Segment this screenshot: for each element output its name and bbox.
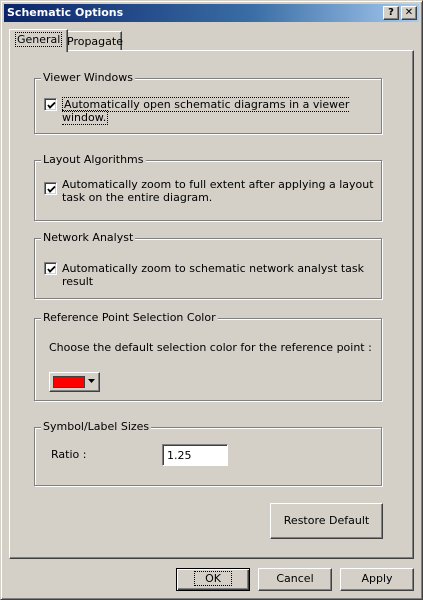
group-symbol-label-sizes: Symbol/Label Sizes Ratio : xyxy=(34,420,382,486)
tab-propagate[interactable]: Propagate xyxy=(61,31,123,52)
ok-button-label: OK xyxy=(194,571,232,586)
help-button[interactable]: ? xyxy=(383,6,399,20)
ok-button[interactable]: OK xyxy=(176,568,250,591)
tab-general[interactable]: General xyxy=(9,29,69,52)
group-network-analyst: Network Analyst Automatically zoom to sc… xyxy=(34,231,382,299)
ratio-input[interactable] xyxy=(162,444,228,466)
help-icon: ? xyxy=(388,7,394,18)
title-bar[interactable]: Schematic Options ? ✕ xyxy=(4,4,419,22)
dropdown-arrow-icon xyxy=(88,379,95,383)
tab-general-label: General xyxy=(15,32,63,47)
auto-zoom-layout-label-line2[interactable]: task on the entire diagram. xyxy=(62,191,212,204)
close-icon: ✕ xyxy=(404,7,414,18)
tab-propagate-label: Propagate xyxy=(67,35,123,48)
ratio-label: Ratio : xyxy=(51,448,87,461)
tab-join xyxy=(10,50,60,52)
checkmark-icon xyxy=(47,265,56,273)
group-reference-point-color: Reference Point Selection Color Choose t… xyxy=(34,311,382,401)
auto-zoom-layout-label-line1[interactable]: Automatically zoom to full extent after … xyxy=(62,178,374,191)
auto-open-viewer-checkbox[interactable] xyxy=(44,98,57,111)
restore-default-button[interactable]: Restore Default xyxy=(270,503,383,539)
cancel-button[interactable]: Cancel xyxy=(258,568,332,591)
auto-zoom-network-checkbox[interactable] xyxy=(44,262,57,275)
apply-button[interactable]: Apply xyxy=(340,568,414,591)
group-network-analyst-title: Network Analyst xyxy=(41,231,136,244)
auto-zoom-network-label[interactable]: Automatically zoom to schematic network … xyxy=(62,262,381,288)
group-symbol-label-title: Symbol/Label Sizes xyxy=(41,420,152,433)
group-layout-algorithms: Layout Algorithms Automatically zoom to … xyxy=(34,153,382,221)
reference-point-description: Choose the default selection color for t… xyxy=(49,341,372,354)
checkmark-icon xyxy=(47,101,56,109)
auto-zoom-layout-checkbox[interactable] xyxy=(44,182,57,195)
group-reference-point-title: Reference Point Selection Color xyxy=(41,311,218,324)
checkmark-icon xyxy=(47,185,56,193)
close-button[interactable]: ✕ xyxy=(401,6,417,20)
group-viewer-windows: Viewer Windows Automatically open schema… xyxy=(34,71,382,134)
group-layout-algorithms-title: Layout Algorithms xyxy=(41,153,146,166)
color-picker-button[interactable] xyxy=(49,372,100,392)
auto-open-viewer-label[interactable]: Automatically open schematic diagrams in… xyxy=(62,97,381,125)
color-swatch xyxy=(53,376,85,388)
group-viewer-windows-title: Viewer Windows xyxy=(41,71,135,84)
window-title: Schematic Options xyxy=(7,6,124,19)
